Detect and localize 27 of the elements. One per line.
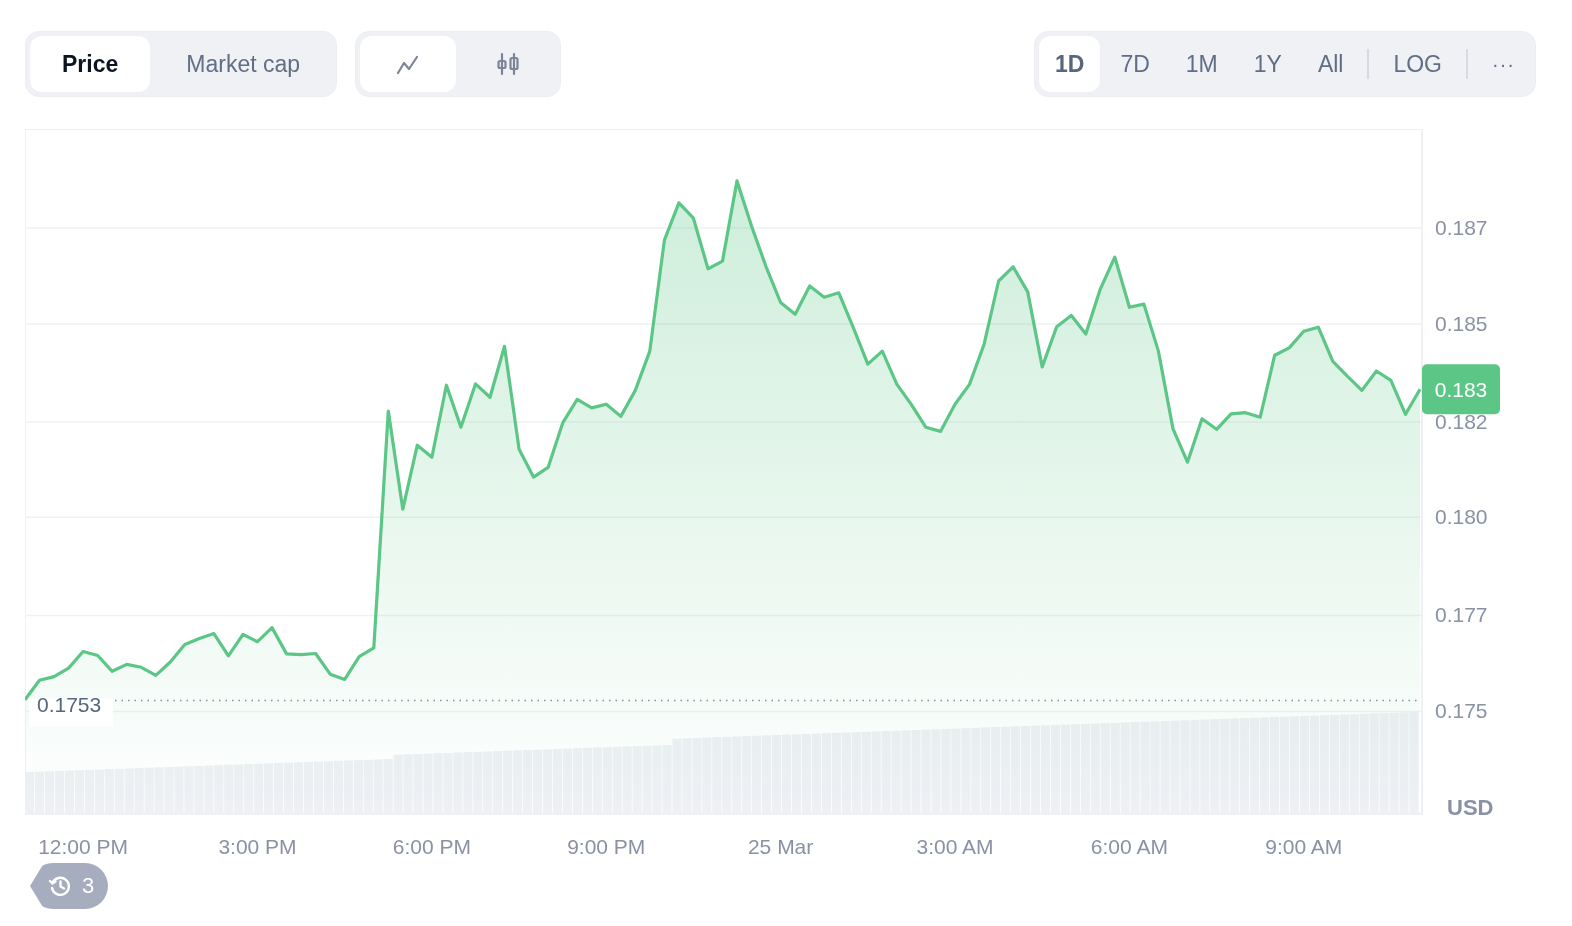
- tab[interactable]: Price: [30, 36, 151, 92]
- y-axis-label: 0.187: [1435, 215, 1488, 239]
- x-axis-label: 25 Mar: [747, 835, 814, 858]
- x-axis-label: 9:00 AM: [1265, 835, 1343, 858]
- time-range-tab[interactable]: 1D: [1038, 36, 1101, 92]
- y-axis-label: 0.175: [1435, 699, 1488, 723]
- history-icon: [48, 874, 72, 898]
- log-scale-toggle[interactable]: LOG: [1377, 36, 1458, 92]
- tab[interactable]: Market cap: [154, 36, 333, 92]
- time-range-tab[interactable]: All: [1301, 36, 1360, 92]
- x-axis-label: 6:00 AM: [1090, 835, 1168, 858]
- x-axis-label: 3:00 AM: [916, 835, 994, 858]
- currency-label: USD: [1447, 795, 1494, 820]
- x-axis-label: 6:00 PM: [392, 835, 471, 858]
- time-range-tab[interactable]: 7D: [1104, 36, 1166, 92]
- candlestick-icon: [495, 52, 522, 76]
- x-axis-label: 9:00 PM: [567, 835, 646, 858]
- time-range-tab[interactable]: 1M: [1169, 36, 1234, 92]
- current-price-badge: 0.183: [1422, 364, 1500, 415]
- y-axis-label: 0.180: [1435, 505, 1488, 529]
- x-axis-label: 3:00 PM: [218, 835, 297, 858]
- time-range-tab[interactable]: 1Y: [1237, 36, 1298, 92]
- y-axis-label: 0.177: [1435, 603, 1488, 627]
- more-button[interactable]: ···: [1476, 36, 1531, 92]
- reference-price-label: 0.1753: [37, 692, 102, 716]
- x-axis-label: 12:00 PM: [38, 835, 129, 858]
- y-axis-label: 0.185: [1435, 311, 1488, 335]
